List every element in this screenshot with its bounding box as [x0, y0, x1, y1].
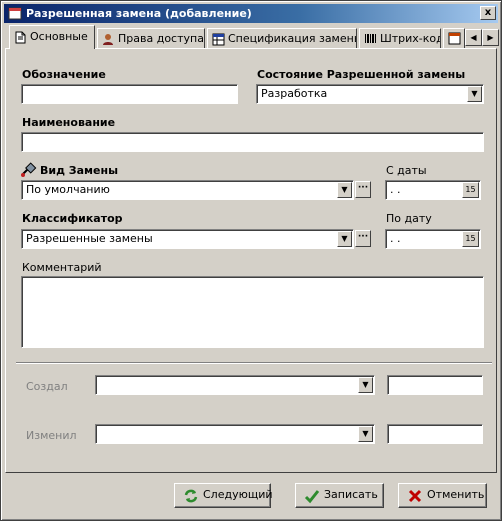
save-label: Записать — [324, 488, 378, 501]
barcode-icon — [365, 34, 376, 43]
date-from-value: . . — [390, 183, 401, 196]
tab-label: Штрих-код — [380, 32, 441, 45]
changed-label: Изменил — [26, 429, 77, 442]
comment-label: Комментарий — [22, 261, 102, 274]
chevron-down-icon[interactable]: ▼ — [358, 377, 373, 393]
kind-value: По умолчанию — [26, 183, 110, 196]
tab-scroll-right-button[interactable]: ▶ — [482, 29, 499, 46]
dialog-window: Разрешенная замена (добавление) x Основн… — [0, 0, 502, 521]
name-label: Наименование — [22, 116, 116, 129]
date-from-label: С даты — [386, 164, 427, 177]
designation-input[interactable] — [21, 84, 238, 104]
next-button[interactable]: Следующий — [174, 483, 273, 508]
user-key-icon — [103, 34, 113, 45]
date-to-input[interactable]: . . 15 — [385, 229, 481, 249]
cross-icon — [408, 489, 422, 503]
tab-panel: Обозначение Состояние Разрешенной замены… — [5, 48, 497, 473]
classifier-label: Классификатор — [22, 212, 123, 225]
satellite-icon — [21, 162, 37, 177]
cancel-label: Отменить — [427, 488, 485, 501]
checkmark-icon — [304, 490, 320, 504]
app-icon — [8, 7, 22, 20]
tab-main[interactable]: Основные — [9, 25, 95, 49]
document-icon — [15, 31, 26, 44]
created-label: Создал — [26, 380, 68, 393]
kind-select[interactable]: По умолчанию ▼ — [21, 180, 354, 200]
created-date-field[interactable] — [387, 375, 483, 395]
table-icon — [212, 33, 225, 46]
tab-scroll: ◀ ▶ — [465, 29, 499, 46]
classifier-browse-button[interactable]: ··· — [355, 230, 371, 247]
title-bar[interactable]: Разрешенная замена (добавление) x — [4, 4, 498, 23]
close-icon: x — [484, 7, 492, 18]
cancel-button[interactable]: Отменить — [398, 483, 487, 508]
state-select[interactable]: Разработка ▼ — [256, 84, 484, 104]
classifier-value: Разрешенные замены — [26, 232, 153, 245]
tab-label: Основные — [30, 30, 88, 43]
save-button[interactable]: Записать — [295, 483, 384, 508]
tab-overflow[interactable] — [443, 28, 465, 48]
tab-scroll-left-button[interactable]: ◀ — [465, 29, 482, 46]
next-label: Следующий — [203, 488, 273, 501]
calendar-icon[interactable]: 15 — [462, 231, 479, 247]
state-value: Разработка — [261, 87, 328, 100]
chevron-down-icon[interactable]: ▼ — [337, 231, 352, 247]
kind-browse-button[interactable]: ··· — [355, 181, 371, 198]
chevron-down-icon[interactable]: ▼ — [358, 426, 373, 442]
calendar-tab-icon — [448, 32, 461, 45]
name-input[interactable] — [21, 132, 484, 152]
tab-label: Права доступа — [118, 32, 204, 45]
tab-specification[interactable]: Спецификация замены — [207, 28, 357, 48]
date-to-label: По дату — [386, 212, 432, 225]
tab-access-rights[interactable]: Права доступа — [97, 28, 205, 48]
changed-select[interactable]: ▼ — [95, 424, 375, 444]
created-select[interactable]: ▼ — [95, 375, 375, 395]
tab-label: Спецификация замены — [228, 32, 357, 45]
chevron-down-icon[interactable]: ▼ — [467, 86, 482, 102]
date-to-value: . . — [390, 232, 401, 245]
changed-date-field[interactable] — [387, 424, 483, 444]
close-button[interactable]: x — [480, 6, 496, 20]
refresh-icon — [184, 489, 198, 503]
calendar-icon[interactable]: 15 — [462, 182, 479, 198]
divider — [16, 362, 492, 364]
window-title: Разрешенная замена (добавление) — [26, 7, 252, 20]
state-label: Состояние Разрешенной замены — [257, 68, 466, 81]
chevron-down-icon[interactable]: ▼ — [337, 182, 352, 198]
tab-barcode[interactable]: Штрих-код — [359, 28, 441, 48]
kind-label: Вид Замены — [40, 164, 119, 177]
date-from-input[interactable]: . . 15 — [385, 180, 481, 200]
classifier-select[interactable]: Разрешенные замены ▼ — [21, 229, 354, 249]
tab-strip: Основные Права доступа Спецификация заме… — [5, 25, 499, 49]
designation-label: Обозначение — [22, 68, 106, 81]
comment-textarea[interactable] — [21, 276, 484, 348]
